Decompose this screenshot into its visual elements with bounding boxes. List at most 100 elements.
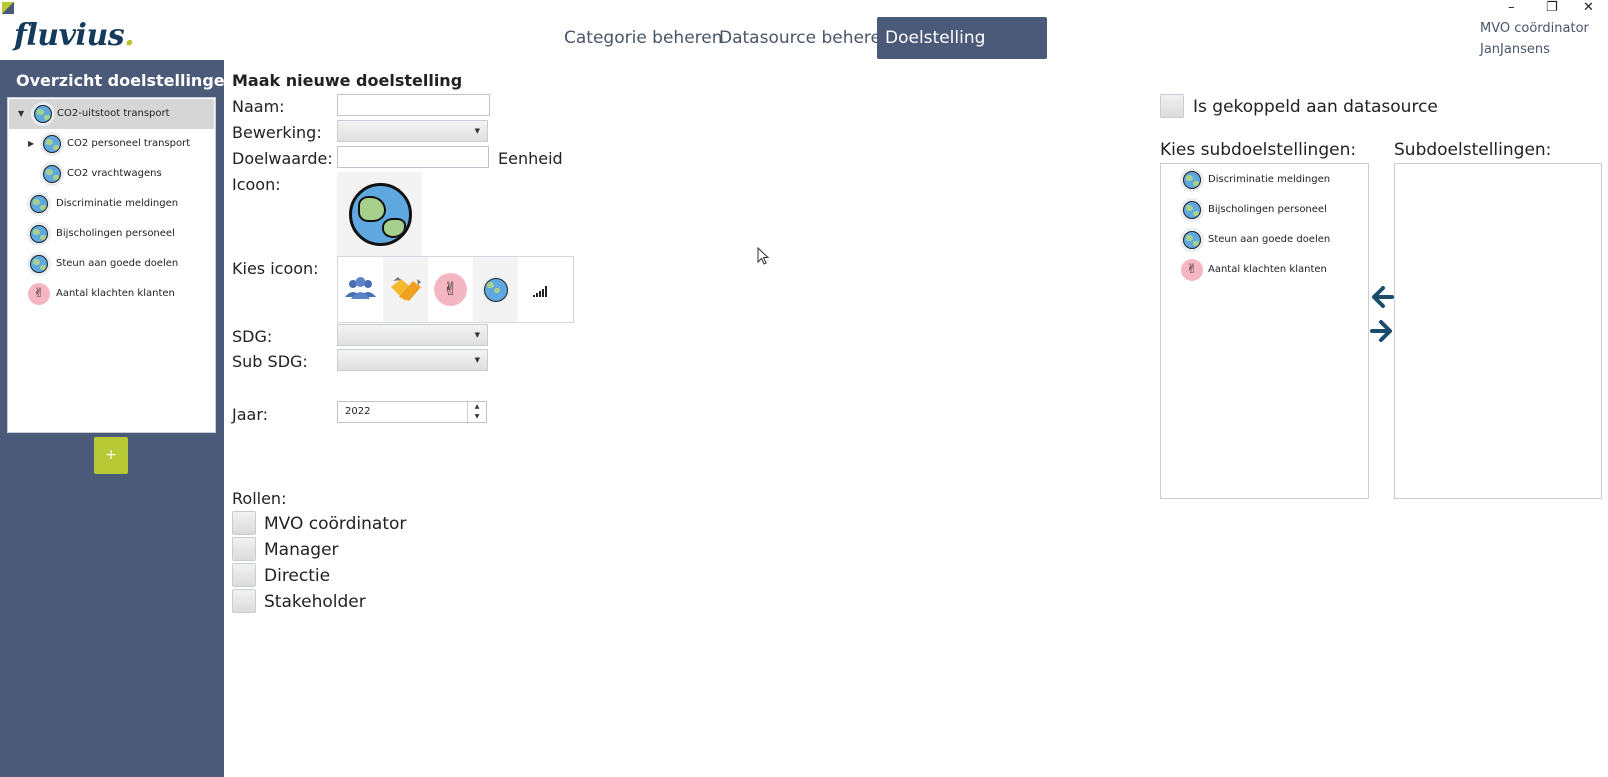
role-label: Stakeholder — [264, 592, 366, 612]
rollen-label: Rollen: — [232, 489, 287, 508]
app-icon — [2, 2, 14, 14]
naam-label: Naam: — [232, 97, 285, 116]
subsdg-label: Sub SDG: — [232, 352, 308, 371]
subdoelstellingen-label: Subdoelstellingen: — [1394, 140, 1552, 160]
globe-icon — [30, 195, 48, 213]
jaar-value: 2022 — [345, 406, 371, 417]
icon-option-globe[interactable] — [473, 257, 518, 322]
jaar-spinner[interactable]: 2022 ▲ ▼ — [337, 401, 487, 424]
list-item-label: Discriminatie meldingen — [1208, 174, 1331, 185]
list-item-label: Steun aan goede doelen — [1208, 234, 1331, 245]
role-checkbox-stakeholder[interactable] — [232, 589, 256, 613]
tree-expand-right-icon[interactable]: ▶ — [28, 129, 34, 159]
peace-hand-icon: ✌ — [28, 283, 50, 305]
handshake-icon — [391, 277, 421, 301]
jaar-spin-buttons[interactable]: ▲ ▼ — [467, 402, 486, 424]
icon-preview — [337, 172, 422, 257]
chevron-down-icon: ▼ — [474, 127, 480, 135]
chevron-down-icon: ▼ — [474, 356, 480, 364]
globe-icon — [1183, 201, 1201, 219]
peace-hand-icon: ✌ — [434, 273, 467, 306]
kies-icoon-label: Kies icoon: — [232, 259, 319, 278]
selected-subgoals-list[interactable] — [1394, 163, 1602, 499]
minimize-button[interactable]: – — [1508, 0, 1515, 15]
globe-icon — [1183, 171, 1201, 189]
tree-item-co2-personeel-transport[interactable]: ▶ CO2 personeel transport — [8, 129, 213, 159]
tree-item-co2-vrachtwagens[interactable]: CO2 vrachtwagens — [8, 159, 213, 189]
list-item[interactable]: Bijscholingen personeel — [1161, 198, 1366, 222]
datasource-checkbox[interactable] — [1160, 94, 1184, 118]
spin-up-icon[interactable]: ▲ — [468, 402, 486, 412]
globe-icon — [30, 225, 48, 243]
bewerking-select[interactable]: ▼ — [337, 120, 488, 142]
fluvius-logo: fluvius. — [14, 18, 135, 53]
list-item-label: Aantal klachten klanten — [1208, 264, 1327, 275]
add-goal-button[interactable]: + — [94, 437, 128, 474]
chevron-down-icon: ▼ — [474, 331, 480, 339]
logo-dot: . — [124, 18, 135, 53]
tree-item-label: CO2 vrachtwagens — [67, 168, 162, 179]
icon-picker[interactable]: ✌ — [337, 256, 574, 323]
icon-option-handshake[interactable] — [383, 257, 428, 322]
spin-down-icon[interactable]: ▼ — [468, 412, 486, 422]
globe-icon — [43, 165, 61, 183]
goal-tree[interactable]: ▼ CO2-uitstoot transport ▶ CO2 personeel… — [7, 97, 216, 433]
eenheid-label: Eenheid — [498, 149, 563, 168]
people-icon — [345, 277, 376, 299]
tree-item-label: Steun aan goede doelen — [56, 258, 179, 269]
role-checkbox-manager[interactable] — [232, 537, 256, 561]
tree-item-steun-aan-goede-doelen[interactable]: Steun aan goede doelen — [8, 249, 213, 279]
tree-item-co2-uitstoot-transport[interactable]: ▼ CO2-uitstoot transport — [9, 99, 214, 129]
tree-item-label: CO2-uitstoot transport — [57, 108, 170, 119]
role-checkbox-directie[interactable] — [232, 563, 256, 587]
datasource-label: Is gekoppeld aan datasource — [1193, 97, 1438, 117]
logo-text: fluvius — [14, 18, 125, 53]
tab-doelstelling-beheren[interactable]: Doelstelling beheren — [877, 17, 1047, 90]
signal-bars-icon — [533, 286, 547, 297]
available-subgoals-list[interactable]: Discriminatie meldingen Bijscholingen pe… — [1160, 163, 1369, 499]
bewerking-label: Bewerking: — [232, 123, 322, 142]
icon-option-signal-bars[interactable] — [518, 257, 563, 322]
tree-item-label: CO2 personeel transport — [67, 138, 191, 149]
close-button[interactable]: ✕ — [1583, 0, 1594, 15]
user-name: JanJansens — [1480, 42, 1550, 57]
move-left-arrow-icon[interactable] — [1369, 284, 1395, 317]
icon-option-people[interactable] — [338, 257, 383, 322]
globe-icon — [484, 278, 508, 302]
user-role: MVO coördinator — [1480, 21, 1589, 36]
globe-icon — [349, 183, 412, 246]
list-item[interactable]: Discriminatie meldingen — [1161, 168, 1366, 192]
doelwaarde-label: Doelwaarde: — [232, 149, 333, 168]
naam-input[interactable] — [337, 94, 490, 116]
list-item[interactable]: ✌ Aantal klachten klanten — [1161, 258, 1366, 282]
tree-expand-down-icon[interactable]: ▼ — [18, 99, 24, 129]
tree-item-label: Bijscholingen personeel — [56, 228, 175, 239]
tree-item-label: Discriminatie meldingen — [56, 198, 179, 209]
jaar-label: Jaar: — [232, 405, 269, 424]
mouse-cursor-icon — [757, 246, 771, 271]
tree-item-discriminatie-meldingen[interactable]: Discriminatie meldingen — [8, 189, 213, 219]
globe-icon — [30, 255, 48, 273]
doelwaarde-input[interactable] — [337, 146, 489, 168]
globe-icon — [1183, 231, 1201, 249]
move-right-arrow-icon[interactable] — [1369, 318, 1395, 351]
peace-hand-icon: ✌ — [1181, 259, 1203, 281]
role-checkbox-mvo-coordinator[interactable] — [232, 511, 256, 535]
list-item[interactable]: Steun aan goede doelen — [1161, 228, 1366, 252]
tree-item-aantal-klachten-klanten[interactable]: ✌ Aantal klachten klanten — [8, 279, 213, 309]
role-label: MVO coördinator — [264, 514, 407, 534]
icon-option-peace-hand[interactable]: ✌ — [428, 257, 473, 322]
restore-button[interactable]: ❐ — [1546, 0, 1558, 15]
subsdg-select[interactable]: ▼ — [337, 349, 488, 371]
role-label: Manager — [264, 540, 339, 560]
tab-datasource-beheren[interactable]: Datasource beheren — [711, 17, 900, 59]
list-item-label: Bijscholingen personeel — [1208, 204, 1327, 215]
tree-item-bijscholingen-personeel[interactable]: Bijscholingen personeel — [8, 219, 213, 249]
icoon-label: Icoon: — [232, 175, 281, 194]
role-label: Directie — [264, 566, 331, 586]
form-title: Maak nieuwe doelstelling — [232, 71, 463, 90]
tab-categorie-beheren[interactable]: Categorie beheren — [556, 17, 731, 59]
tree-item-label: Aantal klachten klanten — [56, 288, 175, 299]
sdg-select[interactable]: ▼ — [337, 324, 488, 346]
sdg-label: SDG: — [232, 327, 273, 346]
